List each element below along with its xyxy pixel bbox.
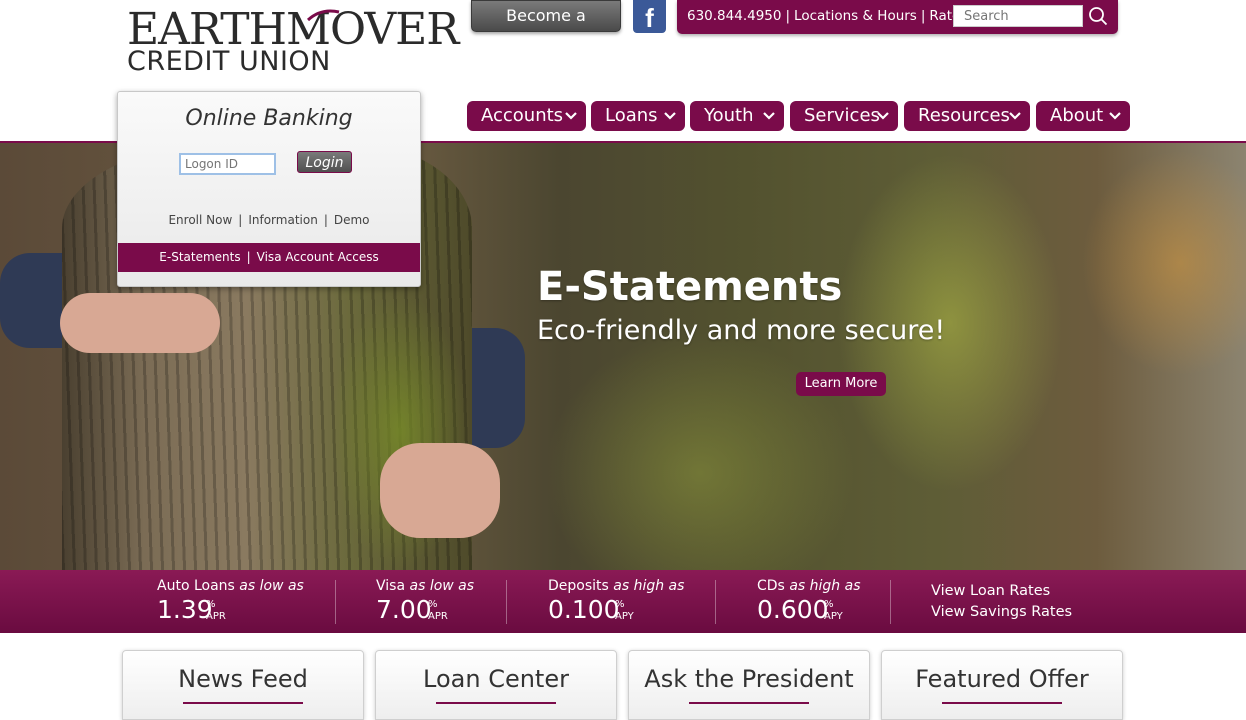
tab-underline — [436, 702, 556, 704]
chevron-down-icon — [664, 112, 676, 120]
rate-label: Visa — [376, 578, 406, 594]
view-loan-rates-link[interactable]: View Loan Rates — [931, 583, 1050, 599]
information-link[interactable]: Information — [248, 213, 317, 227]
hero-image-hand-left — [60, 293, 220, 353]
chevron-down-icon — [565, 112, 577, 120]
rates-strip: Auto Loans as low as 1.39 % APR Visa as … — [0, 570, 1246, 633]
rate-qualifier: as low as — [409, 578, 475, 594]
rate-divider — [506, 580, 507, 624]
chevron-down-icon — [1109, 112, 1121, 120]
rate-value: 7.00 — [376, 595, 432, 624]
become-member-button[interactable]: Become a Member — [471, 0, 621, 55]
chevron-down-icon — [763, 112, 775, 120]
rate-divider — [335, 580, 336, 624]
tab-label: News Feed — [178, 665, 308, 693]
phone-number: 630.844.4950 — [687, 8, 782, 24]
nav-accounts[interactable]: Accounts — [467, 101, 586, 131]
rate-qualifier: as low as — [239, 578, 304, 594]
hero-subtitle: Eco-friendly and more secure! — [537, 315, 946, 346]
rate-value: 1.39 — [157, 595, 213, 624]
online-banking-panel: Online Banking Login Enroll Now|Informat… — [117, 91, 421, 287]
rate-unit: APY — [824, 611, 843, 622]
nav-label: Accounts — [481, 105, 564, 126]
locations-link[interactable]: Locations & Hours — [794, 8, 917, 24]
visa-account-access-link[interactable]: Visa Account Access — [257, 250, 379, 264]
rate-qualifier: as high as — [613, 578, 685, 594]
nav-label: Youth — [704, 105, 754, 126]
rate-cds[interactable]: CDs as high as 0.600 % APY — [757, 570, 882, 633]
online-banking-bar: E-Statements | Visa Account Access — [118, 243, 420, 272]
enroll-now-link[interactable]: Enroll Now — [168, 213, 232, 227]
rate-qualifier: as high as — [789, 578, 861, 594]
tab-featured-offer[interactable]: Featured Offer — [881, 650, 1123, 720]
logo[interactable]: EARTHMOVER CREDIT UNION — [125, 6, 459, 76]
demo-link[interactable]: Demo — [334, 213, 370, 227]
learn-more-button[interactable]: Learn More — [796, 372, 886, 396]
rate-unit: APY — [615, 611, 634, 622]
nav-label: About — [1050, 105, 1104, 126]
login-button[interactable]: Login — [297, 151, 352, 173]
e-statements-link[interactable]: E-Statements — [159, 250, 240, 264]
online-banking-links: Enroll Now | Information | Demo — [168, 213, 370, 227]
rate-auto-loans[interactable]: Auto Loans as low as 1.39 % APR — [157, 570, 327, 633]
rate-visa[interactable]: Visa as low as 7.00 % APR — [376, 570, 496, 633]
tab-label: Loan Center — [423, 665, 569, 693]
chevron-down-icon — [1009, 112, 1021, 120]
logon-id-input[interactable] — [179, 153, 276, 175]
hero-title: E-Statements — [537, 264, 843, 310]
percent-sign: % — [615, 599, 625, 610]
tab-loan-center[interactable]: Loan Center — [375, 650, 617, 720]
rate-value: 0.600 — [757, 595, 829, 624]
percent-sign: % — [824, 599, 834, 610]
tab-news-feed[interactable]: News Feed — [122, 650, 364, 720]
logo-swoosh-icon — [306, 9, 340, 22]
rate-label: Auto Loans — [157, 578, 235, 594]
chevron-down-icon — [877, 112, 889, 120]
rate-unit: APR — [206, 611, 226, 622]
nav-label: Loans — [605, 105, 658, 126]
rate-unit: APR — [428, 611, 448, 622]
nav-label: Resources — [918, 105, 1010, 126]
rate-label: CDs — [757, 578, 785, 594]
tab-underline — [689, 702, 809, 704]
hero-image-hand-right — [380, 443, 500, 538]
rate-value: 0.100 — [548, 595, 620, 624]
search-input[interactable] — [953, 5, 1083, 27]
percent-sign: % — [206, 599, 216, 610]
nav-resources[interactable]: Resources — [904, 101, 1030, 131]
nav-loans[interactable]: Loans — [591, 101, 685, 131]
nav-about[interactable]: About — [1036, 101, 1130, 131]
rate-divider — [890, 580, 891, 624]
percent-sign: % — [428, 599, 438, 610]
search-icon[interactable] — [1088, 6, 1108, 26]
tab-ask-the-president[interactable]: Ask the President — [628, 650, 870, 720]
rate-label: Deposits — [548, 578, 609, 594]
nav-services[interactable]: Services — [790, 101, 898, 131]
nav-label: Services — [804, 105, 880, 126]
rate-deposits[interactable]: Deposits as high as 0.100 % APY — [548, 570, 708, 633]
rate-divider — [715, 580, 716, 624]
online-banking-title: Online Banking — [185, 106, 353, 131]
tab-underline — [183, 702, 303, 704]
tab-underline — [942, 702, 1062, 704]
tab-label: Featured Offer — [915, 665, 1089, 693]
facebook-icon[interactable]: f — [633, 0, 666, 33]
nav-youth[interactable]: Youth — [690, 101, 784, 131]
view-savings-rates-link[interactable]: View Savings Rates — [931, 604, 1072, 620]
tab-label: Ask the President — [644, 665, 854, 693]
